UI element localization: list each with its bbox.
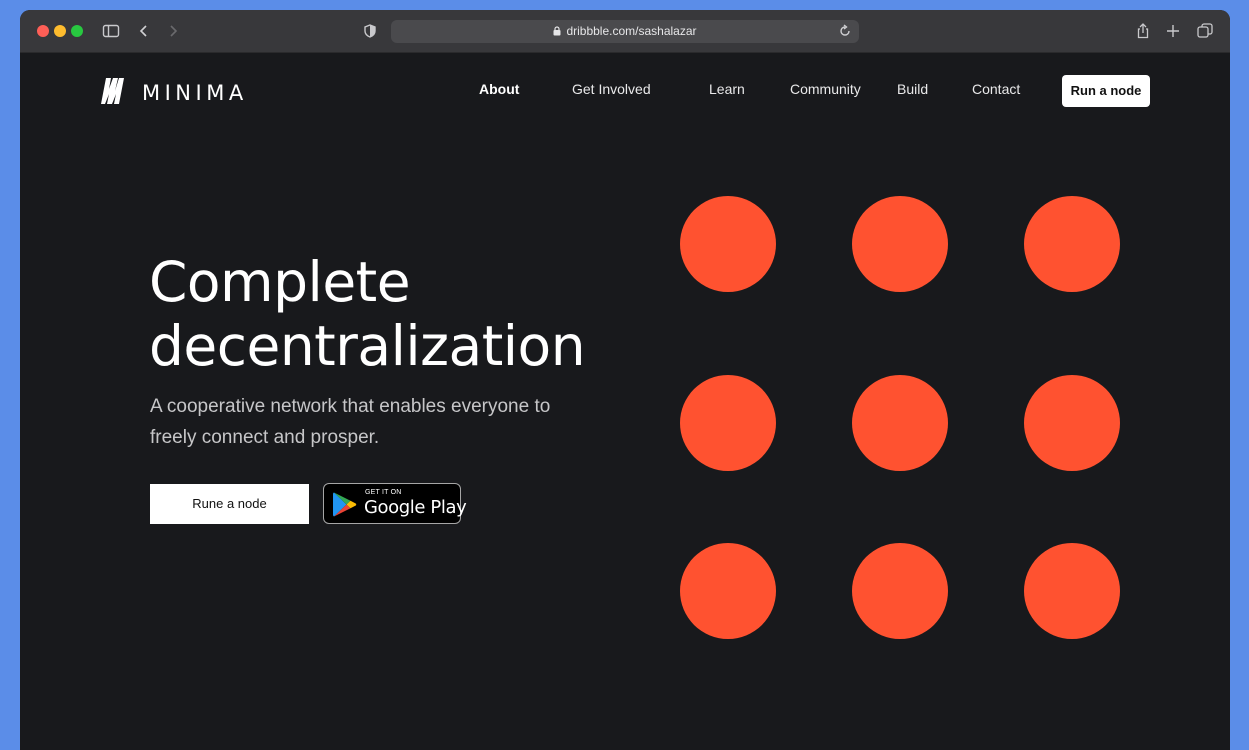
share-icon[interactable]: [1135, 20, 1151, 42]
decorative-dot: [1024, 543, 1120, 639]
minima-logo-mark-icon: [100, 77, 130, 110]
lock-icon: [553, 21, 561, 44]
reload-icon[interactable]: [837, 23, 853, 44]
nav-about[interactable]: About: [479, 79, 519, 99]
browser-window: dribbble.com/sashalazar MINIMA About Get…: [20, 10, 1230, 750]
google-play-big-text: Google Play: [364, 497, 467, 518]
decorative-dot: [852, 375, 948, 471]
close-window-button[interactable]: [37, 25, 49, 37]
sidebar-toggle-icon[interactable]: [102, 20, 120, 42]
url-text: dribbble.com/sashalazar: [566, 24, 697, 38]
decorative-dot: [680, 543, 776, 639]
nav-build[interactable]: Build: [897, 79, 928, 99]
hero-title: Complete decentralization: [149, 250, 586, 378]
new-tab-icon[interactable]: [1165, 20, 1181, 42]
zoom-window-button[interactable]: [71, 25, 83, 37]
decorative-dot: [1024, 196, 1120, 292]
tab-overview-icon[interactable]: [1196, 20, 1214, 42]
hero-subtitle: A cooperative network that enables every…: [150, 396, 551, 448]
google-play-badge[interactable]: GET IT ON Google Play: [323, 483, 467, 524]
google-play-small-text: GET IT ON: [365, 489, 402, 496]
minimize-window-button[interactable]: [54, 25, 66, 37]
run-a-node-nav-button[interactable]: Run a node: [1062, 75, 1150, 107]
decorative-dot: [852, 543, 948, 639]
decorative-dot: [680, 196, 776, 292]
hero-title-line-2: decentralization: [149, 314, 586, 378]
rune-a-node-button[interactable]: Rune a node: [150, 484, 309, 524]
google-play-icon: [332, 491, 358, 523]
back-icon[interactable]: [138, 20, 150, 42]
nav-contact[interactable]: Contact: [972, 79, 1020, 99]
minima-logo[interactable]: MINIMA: [100, 73, 248, 113]
forward-icon[interactable]: [167, 20, 179, 42]
nav-get-involved[interactable]: Get Involved: [572, 79, 651, 99]
decorative-dot: [1024, 375, 1120, 471]
decorative-dot: [680, 375, 776, 471]
address-bar[interactable]: dribbble.com/sashalazar: [391, 20, 859, 43]
hero-title-line-1: Complete: [149, 250, 411, 314]
nav-community[interactable]: Community: [790, 79, 861, 99]
privacy-shield-icon[interactable]: [363, 20, 377, 42]
minima-website: MINIMA About Get Involved Learn Communit…: [20, 53, 1230, 750]
decorative-dot: [852, 196, 948, 292]
browser-toolbar: dribbble.com/sashalazar: [20, 10, 1230, 53]
nav-learn[interactable]: Learn: [709, 79, 745, 99]
logo-text: MINIMA: [142, 81, 248, 105]
